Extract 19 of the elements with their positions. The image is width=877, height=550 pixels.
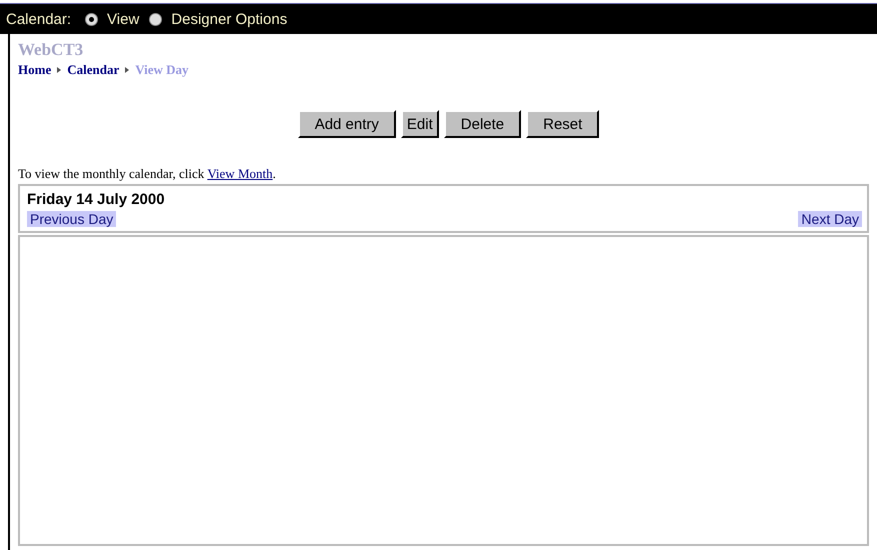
action-button[interactable]: Delete: [444, 110, 522, 138]
instruction-text: To view the monthly calendar, click View Month.: [18, 166, 276, 182]
action-button[interactable]: Edit: [400, 110, 439, 138]
radio-button[interactable]: [85, 12, 98, 26]
radio-label[interactable]: Designer Options: [171, 10, 288, 28]
breadcrumb-arrow-icon: [57, 67, 62, 73]
previous-day-link[interactable]: Previous Day: [27, 211, 116, 227]
action-button[interactable]: Reset: [526, 110, 600, 138]
top-bar-label: Calendar:: [6, 10, 72, 28]
breadcrumb-link[interactable]: Home: [18, 62, 52, 78]
site-title: WebCT3: [18, 40, 84, 60]
breadcrumb-arrow-icon: [125, 67, 130, 73]
view-month-link[interactable]: View Month: [207, 166, 273, 181]
next-day-link[interactable]: Next Day: [798, 211, 862, 227]
action-button[interactable]: Add entry: [298, 110, 396, 138]
date-heading: Friday 14 July 2000: [27, 191, 166, 208]
radio-button[interactable]: [149, 12, 162, 26]
breadcrumb-link[interactable]: Calendar: [67, 62, 120, 78]
radio-label[interactable]: View: [107, 10, 140, 28]
